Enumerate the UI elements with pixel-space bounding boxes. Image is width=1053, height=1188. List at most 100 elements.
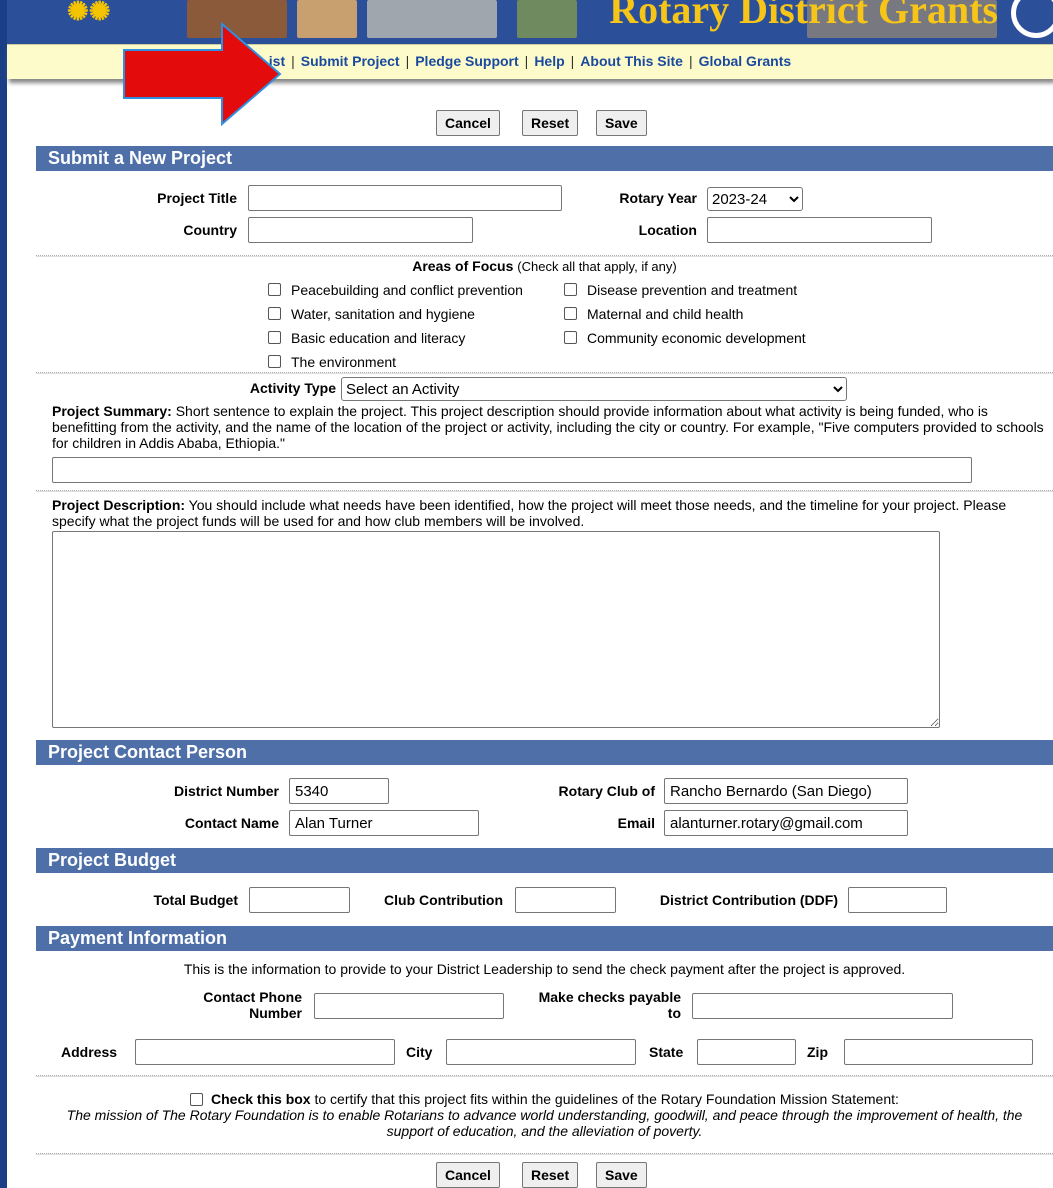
focus-label-maternal: Maternal and child health <box>587 306 744 322</box>
nav-link-about[interactable]: About This Site <box>580 53 683 69</box>
section-header-submit: Submit a New Project <box>36 146 1053 171</box>
section-header-payment: Payment Information <box>36 926 1053 951</box>
rotary-club-label: Rotary Club of <box>558 783 655 799</box>
reset-button[interactable]: Reset <box>522 110 579 136</box>
nav-link-global-grants[interactable]: Global Grants <box>699 53 792 69</box>
contact-name-label: Contact Name <box>184 815 279 831</box>
project-description-instructions: Project Description: You should include … <box>52 497 1047 529</box>
focus-checkbox-water[interactable] <box>268 307 281 320</box>
focus-label-economic: Community economic development <box>587 330 806 346</box>
email-input[interactable] <box>664 810 908 836</box>
contact-phone-label-line: Contact Phone <box>203 989 302 1005</box>
banner-circle-icon <box>1011 0 1053 38</box>
state-label: State <box>649 1044 684 1060</box>
banner-title: Rotary District Grants <box>609 0 998 32</box>
divider <box>36 255 1053 257</box>
save-button-bottom[interactable]: Save <box>596 1162 647 1188</box>
rotary-logo-icon: ✺✺ <box>67 0 111 26</box>
project-description-textarea[interactable] <box>52 531 940 728</box>
nav-separator: | <box>405 53 410 69</box>
focus-label-disease: Disease prevention and treatment <box>587 282 798 298</box>
club-contribution-label: Club Contribution <box>384 892 503 908</box>
project-title-label: Project Title <box>157 190 237 206</box>
focus-checkbox-education[interactable] <box>268 331 281 344</box>
address-label: Address <box>61 1044 118 1060</box>
focus-label-environment: The environment <box>291 354 397 370</box>
contact-phone-input[interactable] <box>314 993 504 1019</box>
banner-photo <box>297 0 357 38</box>
contact-phone-label: Contact Phone Number <box>160 989 302 1021</box>
left-border <box>0 0 7 1188</box>
club-contribution-input[interactable] <box>515 887 616 913</box>
banner-photo <box>367 0 497 38</box>
location-label: Location <box>638 222 697 238</box>
total-budget-label: Total Budget <box>153 892 238 908</box>
divider <box>36 1075 1053 1077</box>
district-contribution-label: District Contribution (DDF) <box>659 892 838 908</box>
section-header-contact: Project Contact Person <box>36 740 1053 765</box>
banner-photo <box>517 0 577 38</box>
rotary-year-label: Rotary Year <box>619 190 697 206</box>
address-input[interactable] <box>135 1039 395 1065</box>
focus-checkbox-environment[interactable] <box>268 355 281 368</box>
zip-input[interactable] <box>844 1039 1033 1065</box>
reset-button-bottom[interactable]: Reset <box>522 1162 579 1188</box>
make-checks-payable-label-line: to <box>667 1005 681 1021</box>
district-contribution-input[interactable] <box>848 887 947 913</box>
nav-separator: | <box>524 53 529 69</box>
total-budget-input[interactable] <box>249 887 350 913</box>
make-checks-payable-input[interactable] <box>692 993 953 1019</box>
certify-text: to certify that this project fits within… <box>314 1091 899 1107</box>
focus-label-water: Water, sanitation and hygiene <box>291 306 475 322</box>
certification-block: Check this box to certify that this proj… <box>36 1091 1053 1139</box>
payment-note: This is the information to provide to yo… <box>183 961 906 977</box>
project-summary-input[interactable] <box>52 457 972 483</box>
cancel-button[interactable]: Cancel <box>436 110 500 136</box>
red-arrow-annotation-icon <box>123 22 282 126</box>
divider <box>36 372 1053 374</box>
focus-checkbox-economic[interactable] <box>564 331 577 344</box>
divider <box>36 1153 1053 1155</box>
project-description-label: Project Description: <box>52 497 186 513</box>
nav-link-help[interactable]: Help <box>534 53 564 69</box>
state-input[interactable] <box>697 1039 796 1065</box>
areas-of-focus-heading: Areas of Focus (Check all that apply, if… <box>36 258 1053 274</box>
project-summary-label: Project Summary: <box>52 403 172 419</box>
focus-checkbox-disease[interactable] <box>564 283 577 296</box>
nav-separator: | <box>570 53 575 69</box>
district-number-label: District Number <box>173 783 279 799</box>
focus-checkbox-peacebuilding[interactable] <box>268 283 281 296</box>
areas-of-focus-note: (Check all that apply, if any) <box>517 259 677 274</box>
rotary-mission-statement: The mission of The Rotary Foundation is … <box>66 1107 1023 1139</box>
contact-phone-label-line: Number <box>249 1005 302 1021</box>
nav-separator: | <box>688 53 693 69</box>
email-label: Email <box>617 815 655 831</box>
activity-type-label: Activity Type <box>249 380 336 396</box>
rotary-club-input[interactable] <box>664 778 908 804</box>
certify-bold-text: Check this box <box>211 1091 311 1107</box>
country-input[interactable] <box>248 217 473 243</box>
zip-label: Zip <box>807 1044 828 1060</box>
cancel-button-bottom[interactable]: Cancel <box>436 1162 500 1188</box>
nav-link-pledge-support[interactable]: Pledge Support <box>415 53 518 69</box>
city-input[interactable] <box>446 1039 636 1065</box>
project-description-text: You should include what needs have been … <box>52 497 1007 529</box>
rotary-year-select[interactable]: 2023-24 <box>707 187 803 211</box>
location-input[interactable] <box>707 217 932 243</box>
nav-separator: | <box>291 53 295 69</box>
project-summary-instructions: Project Summary: Short sentence to expla… <box>52 403 1047 451</box>
make-checks-payable-label-line: Make checks payable <box>538 989 681 1005</box>
divider <box>36 490 1053 492</box>
focus-label-education: Basic education and literacy <box>291 330 466 346</box>
save-button[interactable]: Save <box>596 110 647 136</box>
areas-of-focus-title: Areas of Focus <box>412 258 514 274</box>
project-title-input[interactable] <box>248 185 562 211</box>
certify-checkbox[interactable] <box>190 1093 204 1106</box>
district-number-input[interactable] <box>289 778 389 804</box>
nav-link-submit-project[interactable]: Submit Project <box>301 53 400 69</box>
focus-checkbox-maternal[interactable] <box>564 307 577 320</box>
activity-type-select[interactable]: Select an Activity <box>341 377 847 401</box>
contact-name-input[interactable] <box>289 810 479 836</box>
city-label: City <box>406 1044 433 1060</box>
project-summary-text: Short sentence to explain the project. T… <box>52 403 1044 451</box>
